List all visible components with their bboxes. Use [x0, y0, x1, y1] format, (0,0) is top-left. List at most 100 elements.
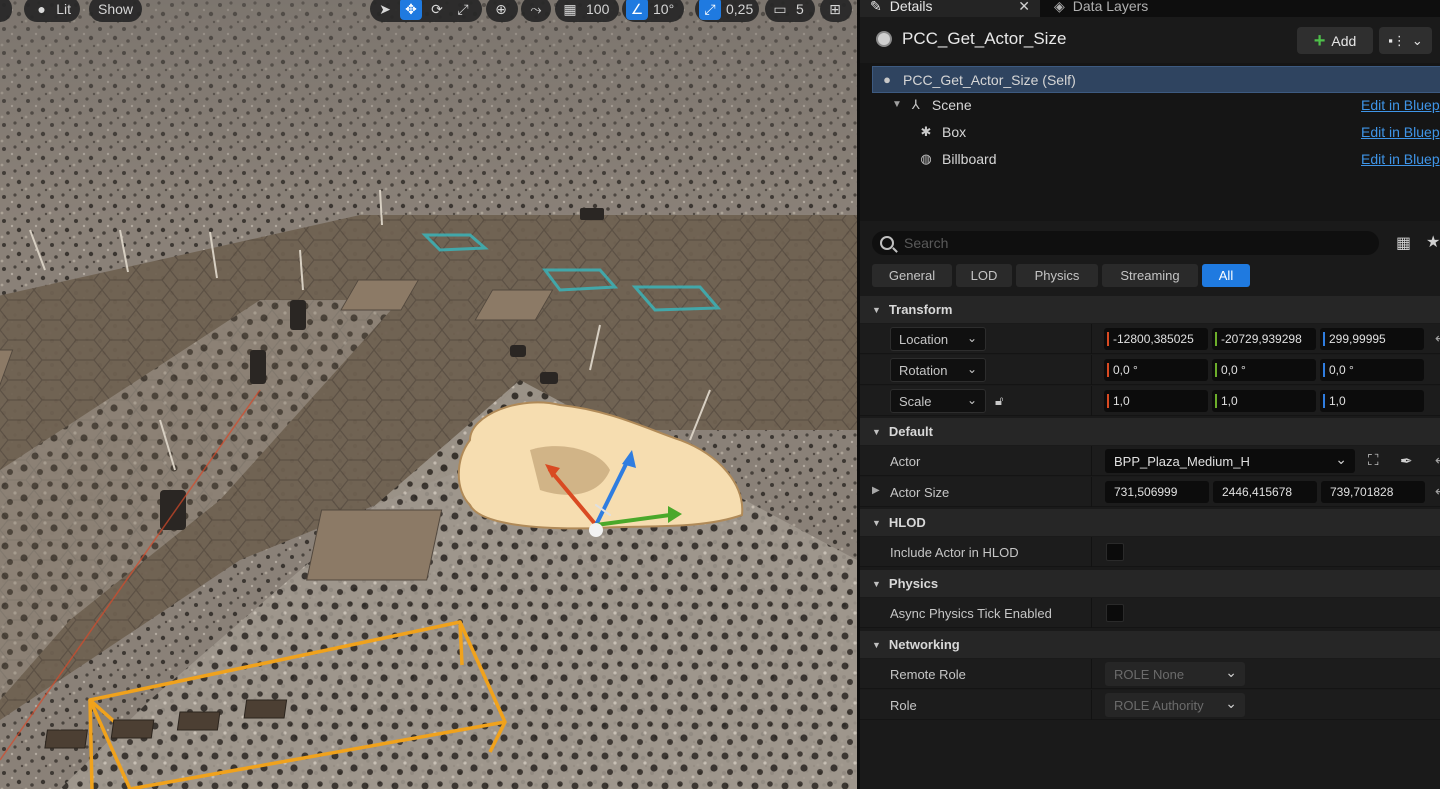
section-hlod[interactable]: ▼ HLOD — [860, 509, 1440, 536]
prop-label: Scale — [899, 393, 932, 409]
x-axis-marker — [1107, 363, 1109, 377]
rotation-y-field[interactable]: 0,0 ° — [1212, 359, 1316, 381]
expand-arrow-icon[interactable]: ▼ — [892, 99, 902, 110]
section-physics[interactable]: ▼ Physics — [860, 570, 1440, 597]
location-x-field[interactable]: -12800,385025 — [1104, 328, 1208, 350]
favorites-star-icon[interactable]: ★ — [1426, 232, 1440, 252]
section-transform[interactable]: ▼ Transform — [860, 296, 1440, 323]
prop-include-in-hlod: Include Actor in HLOD — [860, 537, 1440, 567]
grid-snap-icon[interactable]: ▦ — [559, 0, 581, 20]
tab-data-layers[interactable]: ◈ Data Layers — [1044, 0, 1148, 17]
filter-all[interactable]: All — [1202, 264, 1250, 287]
rotation-z-field[interactable]: 0,0 ° — [1320, 359, 1424, 381]
expand-arrow-icon[interactable]: ▶ — [872, 485, 880, 496]
lock-icon[interactable]: 🔓︎ — [995, 393, 1003, 409]
chevron-down-icon: ⌄ — [1225, 664, 1237, 680]
chevron-down-icon: ⌄ — [966, 393, 977, 407]
z-axis-marker — [1323, 363, 1325, 377]
edit-in-blueprint-link[interactable]: Edit in Bluep — [1361, 124, 1440, 140]
chevron-down-icon: ⌄ — [1411, 32, 1423, 48]
add-component-button[interactable]: + Add — [1297, 27, 1373, 54]
scale-snap-value[interactable]: 0,25 — [725, 1, 757, 17]
search-input[interactable] — [904, 235, 1344, 251]
select-tool-icon[interactable]: ➤ — [374, 0, 396, 20]
rotate-tool-icon[interactable]: ⟳ — [426, 0, 448, 20]
scale-z-field[interactable]: 1,0 — [1320, 390, 1424, 412]
camera-speed-icon[interactable]: ▭ — [769, 0, 791, 20]
prop-actor: Actor BPP_Plaza_Medium_H ⌄ ⛶ ✒ ⇠ — [860, 446, 1440, 476]
tree-item-billboard[interactable]: ◍ Billboard Edit in Bluep — [860, 145, 1440, 172]
tab-details[interactable]: ✎ Details ✕ — [860, 0, 1040, 17]
actor-size-z-field[interactable]: 739,701828 — [1321, 481, 1425, 503]
box-icon: ✱ — [920, 123, 932, 139]
actor-picker-combo[interactable]: BPP_Plaza_Medium_H ⌄ — [1105, 449, 1355, 473]
blueprint-options-button[interactable]: ▪︎⋮ ⌄ — [1379, 27, 1432, 54]
viewport-toolbar: ● Lit Show ➤ ✥ ⟳ ⤢ ⊕ ⤳ ▦ 100 ∠ 10° ⤢ 0,2… — [0, 0, 857, 22]
scale-dropdown[interactable]: Scale ⌄ — [890, 389, 986, 413]
section-title: HLOD — [888, 515, 926, 530]
x-axis-marker — [1107, 394, 1109, 408]
field-value: 0,0 ° — [1221, 363, 1246, 377]
actor-size-y-field[interactable]: 2446,415678 — [1213, 481, 1317, 503]
field-value: 731,506999 — [1114, 485, 1178, 499]
rotation-snap-value[interactable]: 10° — [652, 1, 678, 17]
prop-label: Async Physics Tick Enabled — [890, 606, 1052, 621]
prop-label: Location — [899, 331, 949, 347]
search-box[interactable] — [872, 231, 1379, 255]
reset-arrow-icon[interactable]: ⇠ — [1435, 452, 1440, 469]
layout-group: ⊞ — [820, 0, 852, 22]
edit-in-blueprint-link[interactable]: Edit in Bluep — [1361, 151, 1440, 167]
filter-physics[interactable]: Physics — [1016, 264, 1098, 287]
world-space-icon[interactable]: ⊕ — [490, 0, 512, 20]
browse-to-actor-icon[interactable]: ⛶ — [1368, 452, 1379, 469]
property-matrix-icon[interactable]: ▦ — [1396, 233, 1414, 252]
tree-item-label: Box — [942, 123, 967, 140]
scale-tool-icon[interactable]: ⤢ — [452, 0, 474, 20]
add-label: Add — [1331, 32, 1357, 49]
prop-label: Actor — [890, 454, 921, 469]
scale-x-field[interactable]: 1,0 — [1104, 390, 1208, 412]
close-icon[interactable]: ✕ — [1018, 0, 1030, 15]
location-dropdown[interactable]: Location ⌄ — [890, 327, 986, 351]
level-viewport[interactable]: ● Lit Show ➤ ✥ ⟳ ⤢ ⊕ ⤳ ▦ 100 ∠ 10° ⤢ 0,2… — [0, 0, 857, 789]
rotation-dropdown[interactable]: Rotation ⌄ — [890, 358, 986, 382]
location-y-field[interactable]: -20729,939298 — [1212, 328, 1316, 350]
location-z-field[interactable]: 299,99995 — [1320, 328, 1424, 350]
tree-item-scene[interactable]: ▼ ⅄ Scene Edit in Bluep — [860, 91, 1440, 118]
field-value: 739,701828 — [1330, 485, 1394, 499]
filter-lod[interactable]: LOD — [956, 264, 1012, 287]
surface-snap-icon[interactable]: ⤳ — [525, 0, 547, 20]
filter-general[interactable]: General — [872, 264, 952, 287]
field-value: 0,0 ° — [1329, 363, 1354, 377]
role-combo[interactable]: ROLE Authority ⌄ — [1105, 693, 1245, 717]
filter-streaming[interactable]: Streaming — [1102, 264, 1198, 287]
show-flags-button[interactable]: Show — [89, 0, 142, 22]
camera-speed-value[interactable]: 5 — [795, 1, 808, 17]
reset-arrow-icon[interactable]: ⇠ — [1435, 330, 1440, 347]
section-title: Physics — [888, 576, 939, 591]
grid-snap-value[interactable]: 100 — [585, 1, 613, 17]
move-tool-icon[interactable]: ✥ — [400, 0, 422, 20]
scale-snap-icon[interactable]: ⤢ — [699, 0, 721, 20]
include-in-hlod-checkbox[interactable] — [1106, 543, 1124, 561]
remote-role-combo[interactable]: ROLE None ⌄ — [1105, 662, 1245, 686]
viewport-layout-icon[interactable]: ⊞ — [824, 0, 846, 20]
view-mode-button[interactable]: ● Lit — [24, 0, 80, 22]
viewport-options-button[interactable] — [0, 0, 12, 22]
column-divider — [1091, 598, 1092, 628]
rotation-x-field[interactable]: 0,0 ° — [1104, 359, 1208, 381]
reset-arrow-icon[interactable]: ⇠ — [1435, 483, 1440, 500]
data-layers-icon: ◈ — [1054, 0, 1065, 14]
section-title: Default — [888, 424, 933, 439]
async-physics-checkbox[interactable] — [1106, 604, 1124, 622]
collapse-arrow-icon: ▼ — [872, 578, 881, 589]
scale-y-field[interactable]: 1,0 — [1212, 390, 1316, 412]
edit-in-blueprint-link[interactable]: Edit in Bluep — [1361, 97, 1440, 113]
actor-size-x-field[interactable]: 731,506999 — [1105, 481, 1209, 503]
tree-item-self[interactable]: ● PCC_Get_Actor_Size (Self) — [872, 66, 1440, 93]
eyedropper-icon[interactable]: ✒ — [1400, 452, 1413, 470]
rotation-snap-icon[interactable]: ∠ — [626, 0, 648, 20]
section-default[interactable]: ▼ Default — [860, 418, 1440, 445]
section-networking[interactable]: ▼ Networking — [860, 631, 1440, 658]
tree-item-box[interactable]: ✱ Box Edit in Bluep — [860, 118, 1440, 145]
